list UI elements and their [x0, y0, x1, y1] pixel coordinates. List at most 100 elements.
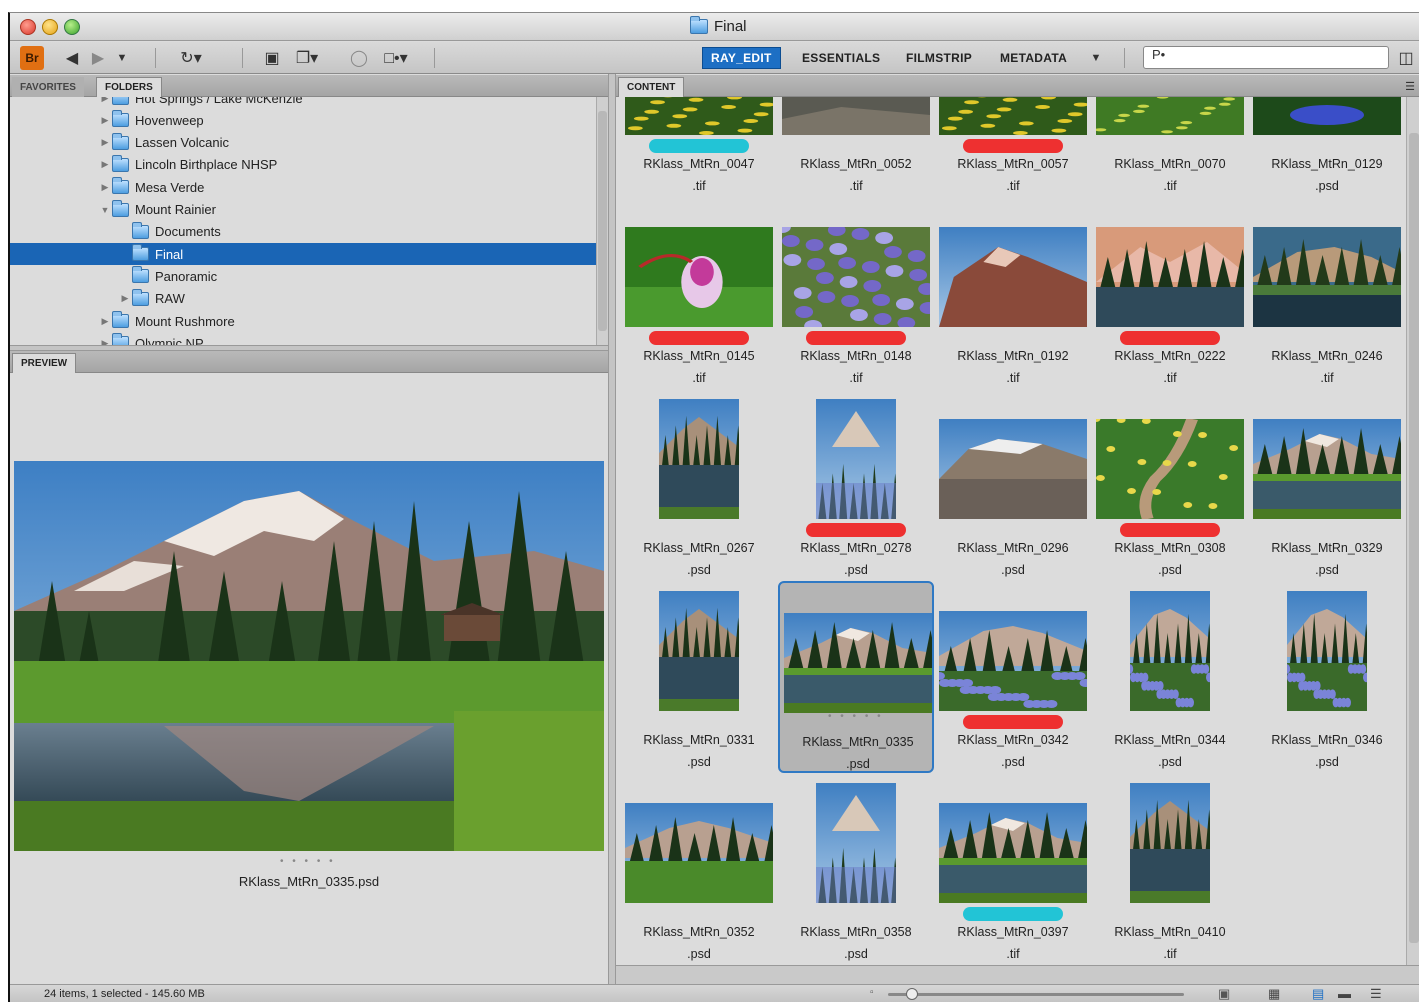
thumbnail-slider-knob[interactable] [905, 988, 918, 1000]
tab-content[interactable]: CONTENT [618, 77, 685, 97]
disclosure-closed-icon[interactable]: ▶ [98, 137, 112, 148]
thumbnail-cell[interactable]: RKlass_MtRn_0329 .psd [1249, 389, 1405, 581]
preview-rating[interactable]: • • • • • [280, 856, 336, 867]
workspace-metadata[interactable]: METADATA [992, 47, 1075, 69]
preview-image[interactable] [14, 461, 604, 851]
thumbnail-cell[interactable]: RKlass_MtRn_0296 .psd [935, 389, 1091, 581]
folders-scrollbar[interactable] [596, 97, 608, 345]
folder-item[interactable]: ▶ Hot Springs / Lake McKenzie [10, 97, 596, 109]
thumbnail-image[interactable] [659, 399, 739, 519]
disclosure-closed-icon[interactable]: ▶ [118, 293, 132, 304]
workspace-ray-edit[interactable]: RAY_EDIT [702, 47, 781, 69]
folder-item[interactable]: ▼ Mount Rainier [10, 199, 596, 221]
back-arrow-icon[interactable]: ◀ [60, 47, 84, 69]
thumbnail-size-slider[interactable] [888, 988, 1184, 1000]
folder-item[interactable]: ▶ Hovenweep [10, 109, 596, 131]
thumbnail-image[interactable] [659, 591, 739, 711]
disclosure-closed-icon[interactable]: ▶ [98, 159, 112, 170]
thumbnail-image[interactable] [1253, 227, 1401, 327]
content-scrollbar[interactable] [1406, 97, 1419, 965]
thumbnail-image[interactable] [782, 97, 930, 135]
folder-item[interactable]: ▶ Mount Rushmore [10, 310, 596, 332]
folder-item[interactable]: ▶ Lincoln Birthplace NHSP [10, 154, 596, 176]
details-view-icon[interactable]: ▬ [1338, 986, 1351, 1001]
thumbnail-image[interactable] [1096, 227, 1244, 327]
thumbnail-cell[interactable]: RKlass_MtRn_0344 .psd [1092, 581, 1248, 773]
refine-icon[interactable]: ❐▾ [292, 47, 322, 69]
tab-favorites[interactable]: FAVORITES [12, 77, 84, 97]
thumbnail-image[interactable] [1130, 783, 1210, 903]
grid-lock-icon[interactable]: ▦ [1268, 986, 1280, 1002]
minimize-window-button[interactable] [42, 19, 58, 35]
thumbnail-image[interactable] [625, 97, 773, 135]
workspace-dropdown-icon[interactable]: ▼ [1088, 47, 1104, 69]
thumbnail-cell[interactable]: RKlass_MtRn_0342 .psd [935, 581, 1091, 773]
rating-dots[interactable]: • • • • • [828, 711, 884, 722]
thumbnail-cell[interactable]: • • • • • RKlass_MtRn_0335 .psd [778, 581, 934, 773]
disclosure-open-icon[interactable]: ▼ [98, 205, 112, 215]
thumbnail-cell[interactable]: RKlass_MtRn_0145 .tif [621, 197, 777, 389]
workspace-essentials[interactable]: ESSENTIALS [794, 47, 888, 69]
folder-item[interactable]: Final [10, 243, 596, 266]
thumbnail-cell[interactable]: RKlass_MtRn_0070 .tif [1092, 97, 1248, 197]
rotate-icon[interactable]: ◯ [348, 47, 370, 69]
thumbnail-cell[interactable]: RKlass_MtRn_0222 .tif [1092, 197, 1248, 389]
reveal-recent-icon[interactable]: ↻▾ [176, 47, 206, 69]
thumbnail-image[interactable] [939, 419, 1087, 519]
bridge-logo[interactable]: Br [20, 46, 44, 70]
thumbnail-view-icon[interactable]: ▤ [1312, 986, 1324, 1002]
thumbnail-cell[interactable]: RKlass_MtRn_0052 .tif [778, 97, 934, 197]
folders-scroll-thumb[interactable] [598, 111, 607, 331]
thumbnail-cell[interactable]: RKlass_MtRn_0397 .tif [935, 773, 1091, 965]
thumbnail-cell[interactable]: RKlass_MtRn_0308 .psd [1092, 389, 1248, 581]
thumbnail-image[interactable] [1253, 97, 1401, 135]
thumbnail-cell[interactable]: RKlass_MtRn_0192 .tif [935, 197, 1091, 389]
thumbnail-image[interactable] [1287, 591, 1367, 711]
folder-item[interactable]: ▶ Mesa Verde [10, 176, 596, 198]
close-window-button[interactable] [20, 19, 36, 35]
list-view-icon[interactable]: ☰ [1370, 986, 1382, 1002]
thumbnail-image[interactable] [1096, 419, 1244, 519]
thumbnail-image[interactable] [782, 227, 930, 327]
folder-item[interactable]: Documents [10, 221, 596, 243]
thumbnail-cell[interactable]: RKlass_MtRn_0148 .tif [778, 197, 934, 389]
thumbnail-cell[interactable]: RKlass_MtRn_0410 .tif [1092, 773, 1248, 965]
disclosure-closed-icon[interactable]: ▶ [98, 97, 112, 104]
panel-divider[interactable] [608, 74, 616, 984]
thumbnail-image[interactable] [939, 97, 1087, 135]
search-input[interactable]: P• [1143, 46, 1389, 69]
thumbnail-image[interactable] [625, 227, 773, 327]
zoom-in-icon[interactable]: ▣ [1218, 986, 1230, 1002]
thumbnail-cell[interactable]: RKlass_MtRn_0267 .psd [621, 389, 777, 581]
thumbnail-image[interactable] [625, 803, 773, 903]
thumbnail-cell[interactable]: RKlass_MtRn_0129 .psd [1249, 97, 1405, 197]
zoom-window-button[interactable] [64, 19, 80, 35]
thumbnail-cell[interactable]: RKlass_MtRn_0047 .tif [621, 97, 777, 197]
workspace-filmstrip[interactable]: FILMSTRIP [898, 47, 980, 69]
disclosure-closed-icon[interactable]: ▶ [98, 338, 112, 345]
open-with-icon[interactable]: □•▾ [378, 47, 414, 69]
tab-preview[interactable]: PREVIEW [12, 353, 77, 373]
thumbnail-cell[interactable]: RKlass_MtRn_0057 .tif [935, 97, 1091, 197]
zoom-out-icon[interactable]: ▫ [870, 987, 874, 998]
content-scroll-thumb[interactable] [1409, 133, 1419, 943]
thumbnail-image[interactable] [939, 611, 1087, 711]
thumbnail-cell[interactable]: RKlass_MtRn_0246 .tif [1249, 197, 1405, 389]
thumbnail-image[interactable] [784, 613, 932, 713]
folder-item[interactable]: ▶ RAW [10, 288, 596, 310]
thumbnail-image[interactable] [1130, 591, 1210, 711]
folder-item[interactable]: ▶ Olympic NP [10, 332, 596, 345]
thumbnail-cell[interactable]: RKlass_MtRn_0331 .psd [621, 581, 777, 773]
thumbnail-image[interactable] [816, 783, 896, 903]
forward-arrow-icon[interactable]: ▶ [86, 47, 110, 69]
folder-item[interactable]: Panoramic [10, 265, 596, 287]
panel-menu-icon[interactable]: ☰ [1402, 75, 1418, 97]
recent-dropdown-icon[interactable]: ▼ [114, 47, 130, 69]
thumbnail-image[interactable] [939, 227, 1087, 327]
thumbnail-image[interactable] [816, 399, 896, 519]
thumbnail-image[interactable] [1096, 97, 1244, 135]
thumbnail-cell[interactable]: RKlass_MtRn_0278 .psd [778, 389, 934, 581]
disclosure-closed-icon[interactable]: ▶ [98, 182, 112, 193]
thumbnail-image[interactable] [1253, 419, 1401, 519]
thumbnail-cell[interactable]: RKlass_MtRn_0346 .psd [1249, 581, 1405, 773]
